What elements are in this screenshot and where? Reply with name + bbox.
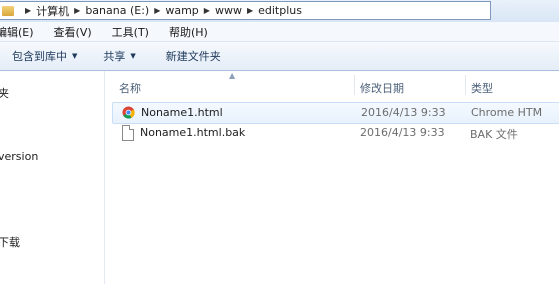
file-row[interactable]: Noname1.html 2016/4/13 9:33 Chrome HTM bbox=[112, 102, 559, 124]
breadcrumb-drive[interactable]: banana (E:) bbox=[85, 4, 149, 17]
include-in-library-label: 包含到库中 bbox=[12, 50, 67, 63]
nav-item-folder[interactable]: 夹 bbox=[0, 85, 9, 101]
menu-bar: 编辑(E) 查看(V) 工具(T) 帮助(H) bbox=[0, 22, 559, 42]
column-type[interactable]: 类型 bbox=[471, 80, 493, 96]
address-bar: ▶ 计算机 ▶ banana (E:) ▶ wamp ▶ www ▶ editplus bbox=[0, 0, 559, 23]
chevron-right-icon[interactable]: ▶ bbox=[25, 6, 31, 15]
column-divider[interactable] bbox=[465, 75, 466, 95]
menu-view[interactable]: 查看(V) bbox=[54, 24, 92, 40]
column-name[interactable]: 名称 bbox=[119, 80, 141, 96]
chevron-right-icon[interactable]: ▶ bbox=[204, 6, 210, 15]
chrome-icon bbox=[122, 106, 135, 119]
file-date: 2016/4/13 9:33 bbox=[360, 126, 445, 139]
column-header: ▲ 名称 修改日期 类型 bbox=[105, 71, 559, 96]
chevron-right-icon[interactable]: ▶ bbox=[154, 6, 160, 15]
menu-tools[interactable]: 工具(T) bbox=[112, 24, 149, 40]
file-name: Noname1.html bbox=[141, 106, 223, 119]
chevron-right-icon[interactable]: ▶ bbox=[247, 6, 253, 15]
menu-help[interactable]: 帮助(H) bbox=[169, 24, 208, 40]
file-type: BAK 文件 bbox=[470, 128, 518, 141]
share-label: 共享 bbox=[103, 50, 126, 63]
file-date: 2016/4/13 9:33 bbox=[361, 106, 446, 119]
new-folder-label: 新建文件夹 bbox=[165, 50, 221, 63]
toolbar: 包含到库中 ▼ 共享 ▼ 新建文件夹 bbox=[0, 42, 559, 71]
breadcrumb[interactable]: ▶ 计算机 ▶ banana (E:) ▶ wamp ▶ www ▶ editplus bbox=[0, 1, 491, 20]
new-folder-button[interactable]: 新建文件夹 bbox=[166, 48, 221, 64]
file-name: Noname1.html.bak bbox=[140, 126, 246, 139]
include-in-library-button[interactable]: 包含到库中 ▼ bbox=[12, 48, 77, 64]
column-divider[interactable] bbox=[354, 75, 355, 95]
breadcrumb-computer[interactable]: 计算机 bbox=[36, 3, 69, 19]
breadcrumb-wamp[interactable]: wamp bbox=[165, 4, 198, 17]
column-date[interactable]: 修改日期 bbox=[360, 80, 404, 96]
chevron-right-icon[interactable]: ▶ bbox=[74, 6, 80, 15]
file-row[interactable]: Noname1.html.bak 2016/4/13 9:33 BAK 文件 bbox=[112, 123, 559, 143]
sort-ascending-icon: ▲ bbox=[229, 71, 236, 80]
file-icon bbox=[122, 125, 134, 141]
dropdown-arrow-icon: ▼ bbox=[72, 52, 78, 60]
nav-item-version[interactable]: version bbox=[0, 150, 38, 163]
folder-icon bbox=[2, 5, 14, 16]
share-button[interactable]: 共享 ▼ bbox=[103, 48, 135, 64]
dropdown-arrow-icon: ▼ bbox=[130, 52, 136, 60]
breadcrumb-editplus[interactable]: editplus bbox=[258, 4, 302, 17]
breadcrumb-www[interactable]: www bbox=[215, 4, 242, 17]
navigation-pane: 夹 version 下载 bbox=[0, 71, 105, 284]
menu-edit[interactable]: 编辑(E) bbox=[0, 24, 34, 40]
file-type: Chrome HTM bbox=[471, 106, 543, 119]
nav-item-downloads[interactable]: 下载 bbox=[0, 234, 20, 250]
